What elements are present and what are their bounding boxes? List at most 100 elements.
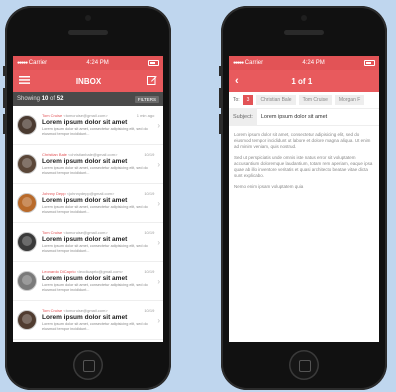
- avatar: [17, 115, 37, 135]
- carrier: Carrier: [28, 60, 48, 66]
- volume-down: [219, 114, 221, 134]
- message-date: 10/19: [144, 152, 155, 158]
- message-preview: Lorem ipsum dolor sit amet, consectetur …: [42, 127, 148, 136]
- detail-navbar: ‹ 1 of 1: [229, 70, 379, 92]
- inbox-title: INBOX: [75, 76, 102, 86]
- home-button: [289, 350, 319, 380]
- message-meta: Johnny Depp <johnnydepp@gmail.com> 10/19: [42, 191, 154, 196]
- message-row[interactable]: Tom Cruise <tomcruise@gmail.com> 10/19 Lor…: [13, 301, 163, 340]
- inbox-screen: ●●●●● Carrier 4:24 PM INBOX Showing 10 o…: [13, 56, 163, 342]
- message-content: Leonardo DiCaprio <leodicaprio@gmail.com…: [42, 269, 154, 292]
- chevron-right-icon: ›: [157, 315, 160, 325]
- message-content: Tom Cruise <tomcruise@gmail.com> 10/19 Lor…: [42, 308, 154, 331]
- message-content: Tom Cruise <tomcruise@gmail.com> 10/19 Lor…: [42, 230, 154, 253]
- message-row[interactable]: Tom Cruise <tomcruise@gmail.com> 1 min ag…: [13, 106, 163, 145]
- volume-down: [3, 114, 5, 134]
- camera: [85, 15, 91, 21]
- message-meta: Leonardo DiCaprio <leodicaprio@gmail.com…: [42, 269, 154, 274]
- detail-title: 1 of 1: [291, 76, 313, 86]
- message-email: <christianbale@gmail.com>: [68, 152, 118, 158]
- message-email: <tomcruise@gmail.com>: [63, 308, 108, 314]
- speaker: [68, 30, 108, 35]
- message-email: <tomcruise@gmail.com>: [63, 113, 108, 119]
- message-preview: Lorem ipsum dolor sit amet, consectetur …: [42, 283, 148, 292]
- status-bar: ●●●●● Carrier 4:24 PM: [229, 56, 379, 70]
- chevron-right-icon: ›: [157, 120, 160, 130]
- body-paragraph: Lorem ipsum dolor sit amet, consectetur …: [234, 132, 371, 149]
- status-bar: ●●●●● Carrier 4:24 PM: [13, 56, 163, 70]
- avatar: [17, 193, 37, 213]
- message-subject: Lorem ipsum dolor sit amet: [42, 314, 128, 322]
- recipient-chip[interactable]: Christian Bale: [256, 95, 296, 105]
- message-email: <leodicaprio@gmail.com>: [76, 269, 124, 275]
- menu-icon[interactable]: [19, 76, 30, 86]
- message-email: <tomcruise@gmail.com>: [63, 230, 108, 236]
- mute-switch: [219, 66, 221, 76]
- recipient-count-badge[interactable]: 3: [242, 95, 254, 105]
- back-icon[interactable]: ‹: [235, 75, 239, 87]
- message-subject: Lorem ipsum dolor sit amet: [42, 158, 128, 166]
- message-list: Tom Cruise <tomcruise@gmail.com> 1 min ag…: [13, 106, 163, 340]
- chevron-right-icon: ›: [157, 159, 160, 169]
- subject-label: Subject:: [229, 109, 257, 125]
- body-paragraph: Nemo enim ipsam voluptatem quia: [234, 184, 304, 189]
- filters-button[interactable]: FILTERS: [134, 95, 159, 103]
- home-button: [73, 350, 103, 380]
- message-subject: Lorem ipsum dolor sit amet: [42, 275, 128, 283]
- status-time: 4:24 PM: [302, 60, 325, 66]
- recipient-chip[interactable]: Morgan F: [334, 95, 365, 105]
- phone-inbox: ●●●●● Carrier 4:24 PM INBOX Showing 10 o…: [3, 6, 171, 390]
- subject-line: Subject: Lorem ipsum dolor sit amet: [229, 109, 379, 126]
- compose-icon[interactable]: [147, 75, 157, 87]
- message-meta: Tom Cruise <tomcruise@gmail.com> 10/19: [42, 308, 154, 313]
- message-sender: Tom Cruise: [42, 230, 63, 236]
- message-row[interactable]: Christian Bale <christianbale@gmail.com>…: [13, 145, 163, 184]
- message-sender: Tom Cruise: [42, 308, 63, 314]
- message-sender: Leonardo DiCaprio: [42, 269, 76, 275]
- message-body: Lorem ipsum dolor sit amet, consectetur …: [229, 126, 379, 201]
- message-date: 1 min ago: [136, 113, 155, 119]
- showing-bar: Showing 10 of 52 FILTERS: [13, 92, 163, 106]
- avatar: [17, 271, 37, 291]
- detail-screen: ●●●●● Carrier 4:24 PM ‹ 1 of 1 To: 3 Chr…: [229, 56, 379, 342]
- battery-icon: [147, 60, 159, 66]
- avatar: [17, 154, 37, 174]
- battery-icon: [363, 60, 375, 66]
- message-meta: Christian Bale <christianbale@gmail.com>…: [42, 152, 154, 157]
- body-paragraph: Sed ut perspiciatis unde omnis iste natu…: [234, 155, 373, 178]
- recipient-chip[interactable]: Tom Cruise: [298, 95, 332, 105]
- message-subject: Lorem ipsum dolor sit amet: [42, 119, 128, 127]
- message-content: Johnny Depp <johnnydepp@gmail.com> 10/19 L…: [42, 191, 154, 214]
- chevron-right-icon: ›: [157, 276, 160, 286]
- showing-text: Showing 10 of 52: [17, 96, 64, 102]
- message-content: Christian Bale <christianbale@gmail.com>…: [42, 152, 154, 175]
- to-label: To:: [233, 97, 240, 103]
- message-preview: Lorem ipsum dolor sit amet, consectetur …: [42, 166, 148, 175]
- status-time: 4:24 PM: [86, 60, 109, 66]
- to-line: To: 3 Christian Bale Tom Cruise Morgan F: [229, 92, 379, 109]
- volume-up: [219, 88, 221, 108]
- message-preview: Lorem ipsum dolor sit amet, consectetur …: [42, 322, 148, 331]
- mute-switch: [3, 66, 5, 76]
- message-date: 10/19: [144, 269, 155, 275]
- message-row[interactable]: Johnny Depp <johnnydepp@gmail.com> 10/19 L…: [13, 184, 163, 223]
- message-email: <johnnydepp@gmail.com>: [66, 191, 115, 197]
- message-preview: Lorem ipsum dolor sit amet, consectetur …: [42, 244, 148, 253]
- avatar: [17, 310, 37, 330]
- message-preview: Lorem ipsum dolor sit amet, consectetur …: [42, 205, 148, 214]
- phone-detail: ●●●●● Carrier 4:24 PM ‹ 1 of 1 To: 3 Chr…: [219, 6, 387, 390]
- chevron-right-icon: ›: [157, 198, 160, 208]
- volume-up: [3, 88, 5, 108]
- speaker: [284, 30, 324, 35]
- chevron-right-icon: ›: [157, 237, 160, 247]
- message-content: Tom Cruise <tomcruise@gmail.com> 1 min ag…: [42, 113, 154, 136]
- message-sender: Christian Bale: [42, 152, 67, 158]
- message-subject: Lorem ipsum dolor sit amet: [42, 236, 128, 244]
- message-meta: Tom Cruise <tomcruise@gmail.com> 10/19: [42, 230, 154, 235]
- message-subject: Lorem ipsum dolor sit amet: [42, 197, 128, 205]
- message-date: 10/19: [144, 308, 155, 314]
- message-row[interactable]: Tom Cruise <tomcruise@gmail.com> 10/19 Lor…: [13, 223, 163, 262]
- message-sender: Tom Cruise: [42, 113, 63, 119]
- message-row[interactable]: Leonardo DiCaprio <leodicaprio@gmail.com…: [13, 262, 163, 301]
- camera: [301, 15, 307, 21]
